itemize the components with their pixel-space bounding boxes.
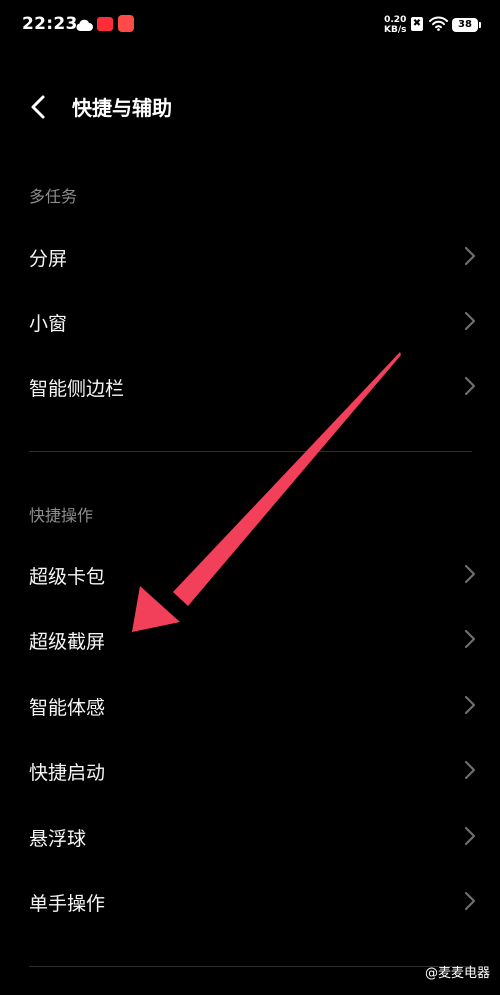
chevron-right-icon	[464, 376, 476, 396]
row-label: 单手操作	[29, 893, 106, 915]
row-label: 智能体感	[29, 697, 106, 719]
watermark: @麦麦电器	[424, 966, 490, 981]
page-header: 快捷与辅助	[0, 80, 500, 130]
settings-row-one-hand-mode[interactable]: 单手操作	[0, 870, 500, 932]
chevron-left-icon	[31, 95, 45, 119]
section-header-multitask: 多任务	[29, 187, 78, 206]
settings-row-smart-sidebar[interactable]: 智能侧边栏	[0, 355, 500, 417]
network-speed: 0.20 KB/s	[384, 15, 406, 35]
settings-row-super-screenshot[interactable]: 超级截屏	[0, 608, 500, 670]
settings-row-smart-motion[interactable]: 智能体感	[0, 674, 500, 736]
settings-row-small-window[interactable]: 小窗	[0, 290, 500, 352]
settings-row-quick-launch[interactable]: 快捷启动	[0, 739, 500, 801]
row-label: 超级截屏	[29, 631, 106, 653]
cloud-icon	[75, 17, 93, 36]
settings-row-super-card-pack[interactable]: 超级卡包	[0, 543, 500, 605]
row-label: 悬浮球	[29, 828, 87, 850]
settings-row-split-screen[interactable]: 分屏	[0, 225, 500, 287]
row-label: 超级卡包	[29, 566, 106, 588]
no-sim-icon: ✖	[411, 17, 423, 31]
row-label: 快捷启动	[29, 762, 106, 784]
status-bar: 22:23 0.20 KB/s ✖ 38	[0, 0, 500, 52]
chevron-right-icon	[464, 760, 476, 780]
section-divider	[29, 966, 472, 967]
network-speed-unit: KB/s	[384, 25, 407, 35]
section-header-quick-actions: 快捷操作	[29, 506, 94, 525]
status-time: 22:23	[22, 14, 78, 34]
chevron-right-icon	[464, 891, 476, 911]
settings-row-floating-ball[interactable]: 悬浮球	[0, 805, 500, 867]
battery-icon: 38	[452, 18, 481, 32]
chevron-right-icon	[464, 629, 476, 649]
chevron-right-icon	[464, 826, 476, 846]
chevron-right-icon	[464, 564, 476, 584]
chevron-right-icon	[464, 311, 476, 331]
section-divider	[29, 451, 472, 452]
app-notification-icon	[97, 17, 113, 31]
wifi-icon	[429, 16, 448, 35]
chevron-right-icon	[464, 246, 476, 266]
network-speed-value: 0.20	[384, 15, 407, 25]
chevron-right-icon	[464, 695, 476, 715]
back-button[interactable]	[22, 90, 56, 124]
row-label: 智能侧边栏	[29, 378, 125, 400]
row-label: 小窗	[29, 313, 68, 335]
page-title: 快捷与辅助	[72, 96, 172, 120]
app-notification-icon	[118, 15, 134, 32]
row-label: 分屏	[29, 248, 68, 270]
